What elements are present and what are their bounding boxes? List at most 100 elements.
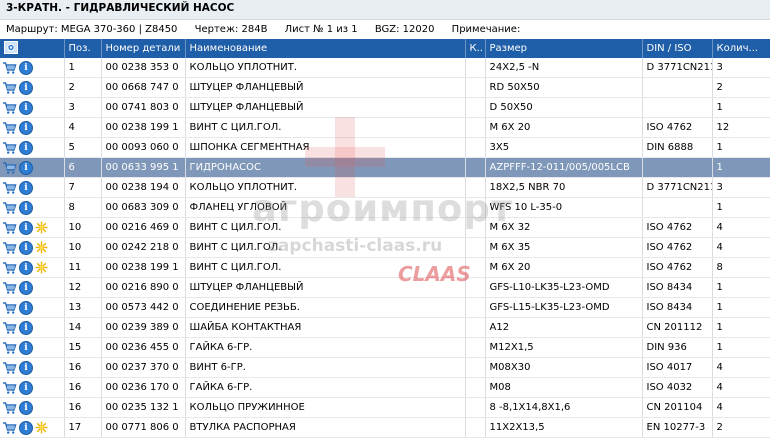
star-icon[interactable] [35,261,48,274]
table-row[interactable]: i 3 00 0741 803 0 ШТУЦЕР ФЛАНЦЕВЫЙ D 50X50 1 [0,97,770,118]
cell-k [465,58,486,78]
cart-icon[interactable] [2,341,17,355]
table-row[interactable]: i 6 00 0633 995 1 ГИДРОНАСОС AZPFFF-12-011/0… [0,157,770,178]
cell-pos: 8 [64,197,102,218]
info-icon[interactable]: i [19,360,33,375]
cart-icon[interactable] [2,281,17,295]
cart-icon[interactable] [2,321,17,335]
table-settings-icon[interactable] [4,40,18,54]
cell-din: D 3771CN211 [642,58,713,78]
cell-qty: 1 [712,317,770,338]
row-actions: i [0,337,65,358]
cell-size: GFS-L15-LK35-L23-OMD [485,297,643,318]
cell-size: AZPFFF-12-011/005/005LCB [485,157,643,178]
cart-icon[interactable] [2,81,17,95]
info-icon[interactable]: i [19,200,33,215]
info-icon[interactable]: i [19,380,33,395]
info-icon[interactable]: i [19,280,33,295]
info-icon[interactable]: i [19,260,33,275]
column-header-din[interactable]: DIN / ISO [642,39,713,58]
cell-name: ГАЙКА 6-ГР. [185,337,466,358]
cart-icon[interactable] [2,101,17,115]
table-row[interactable]: i 16 00 0237 370 0 ВИНТ 6-ГР. M08X30 ISO 4017… [0,357,770,378]
cell-qty: 3 [712,177,770,198]
cell-k [465,297,486,318]
cart-icon[interactable] [2,421,17,435]
table-row[interactable]: i 15 00 0236 455 0 ГАЙКА 6-ГР. M12X1,5 DIN 93… [0,337,770,358]
info-icon[interactable]: i [19,420,33,435]
cell-pos: 5 [64,137,102,158]
cell-part: 00 0235 132 1 [101,397,186,418]
info-icon[interactable]: i [19,120,33,135]
info-icon[interactable]: i [19,180,33,195]
select-all-header[interactable] [0,39,65,58]
info-icon[interactable]: i [19,320,33,335]
table-row[interactable]: i 14 00 0239 389 0 ШАЙБА КОНТАКТНАЯ A12 CN 20… [0,317,770,338]
table-row[interactable]: i 5 00 0093 060 0 ШПОНКА СЕГМЕНТНАЯ 3X5 DIN 6… [0,137,770,158]
cell-qty: 12 [712,117,770,138]
cart-icon[interactable] [2,221,17,235]
cell-pos: 6 [64,157,102,178]
cell-name: ШТУЦЕР ФЛАНЦЕВЫЙ [185,277,466,298]
cell-size: D 50X50 [485,97,643,118]
cell-pos: 17 [64,417,102,438]
cart-icon[interactable] [2,361,17,375]
star-icon[interactable] [35,221,48,234]
info-icon[interactable]: i [19,100,33,115]
cell-size: 8 -8,1X14,8X1,6 [485,397,643,418]
cart-icon[interactable] [2,61,17,75]
table-row[interactable]: i 1 00 0238 353 0 КОЛЬЦО УПЛОТНИТ. 24X2,5 -N… [0,58,770,78]
table-row[interactable]: i 11 00 0238 199 1 ВИНТ С ЦИЛ.ГОЛ. M 6X 20 IS… [0,257,770,278]
cart-icon[interactable] [2,261,17,275]
star-icon[interactable] [35,421,48,434]
table-row[interactable]: i 17 00 0771 806 0 ВТУЛКА РАСПОРНАЯ 11X2X13,… [0,417,770,438]
info-icon[interactable]: i [19,60,33,75]
cart-icon[interactable] [2,201,17,215]
star-icon[interactable] [35,241,48,254]
table-row[interactable]: i 10 00 0216 469 0 ВИНТ С ЦИЛ.ГОЛ. M 6X 32 IS… [0,217,770,238]
cart-icon[interactable] [2,141,17,155]
info-icon[interactable]: i [19,160,33,175]
column-header-size[interactable]: Размер [485,39,643,58]
info-icon[interactable]: i [19,80,33,95]
info-icon[interactable]: i [19,220,33,235]
cell-part: 00 0239 389 0 [101,317,186,338]
column-header-part[interactable]: Номер детали [101,39,186,58]
cart-icon[interactable] [2,241,17,255]
cell-k [465,97,486,118]
cell-size: GFS-L10-LK35-L23-OMD [485,277,643,298]
table-row[interactable]: i 8 00 0683 309 0 ФЛАНЕЦ УГЛОВОЙ WFS 10 L-35… [0,197,770,218]
info-icon[interactable]: i [19,240,33,255]
table-row[interactable]: i 4 00 0238 199 1 ВИНТ С ЦИЛ.ГОЛ. M 6X 20 ISO… [0,117,770,138]
cell-din: ISO 4762 [642,217,713,238]
column-header-pos[interactable]: Поз. [64,39,102,58]
cart-icon[interactable] [2,301,17,315]
info-icon[interactable]: i [19,400,33,415]
cart-icon[interactable] [2,381,17,395]
cell-din: ISO 4032 [642,377,713,398]
cell-pos: 16 [64,377,102,398]
table-row[interactable]: i 16 00 0235 132 1 КОЛЬЦО ПРУЖИННОЕ 8 -8,1X1… [0,397,770,418]
info-icon[interactable]: i [19,340,33,355]
cart-icon[interactable] [2,181,17,195]
column-header-qty[interactable]: Колич... [712,39,770,58]
table-row[interactable]: i 12 00 0216 890 0 ШТУЦЕР ФЛАНЦЕВЫЙ GFS-L10-… [0,277,770,298]
cell-qty: 2 [712,417,770,438]
cell-part: 00 0633 995 1 [101,157,186,178]
info-icon[interactable]: i [19,140,33,155]
table-row[interactable]: i 2 00 0668 747 0 ШТУЦЕР ФЛАНЦЕВЫЙ RD 50X50 2 [0,77,770,98]
cart-icon[interactable] [2,161,17,175]
cell-size: RD 50X50 [485,77,643,98]
table-row[interactable]: i 13 00 0573 442 0 СОЕДИНЕНИЕ РЕЗЬБ. GFS-L15… [0,297,770,318]
cell-din [642,77,713,98]
table-row[interactable]: i 10 00 0242 218 0 ВИНТ С ЦИЛ.ГОЛ. M 6X 35 IS… [0,237,770,258]
info-icon[interactable]: i [19,300,33,315]
column-header-name[interactable]: Наименование [185,39,466,58]
cart-icon[interactable] [2,121,17,135]
cart-icon[interactable] [2,401,17,415]
table-row[interactable]: i 7 00 0238 194 0 КОЛЬЦО УПЛОТНИТ. 18X2,5 NB… [0,177,770,198]
column-header-k[interactable]: К.. [465,39,486,58]
cell-pos: 2 [64,77,102,98]
table-row[interactable]: i 16 00 0236 170 0 ГАЙКА 6-ГР. M08 ISO 4032 4 [0,377,770,398]
row-actions: i [0,377,65,398]
